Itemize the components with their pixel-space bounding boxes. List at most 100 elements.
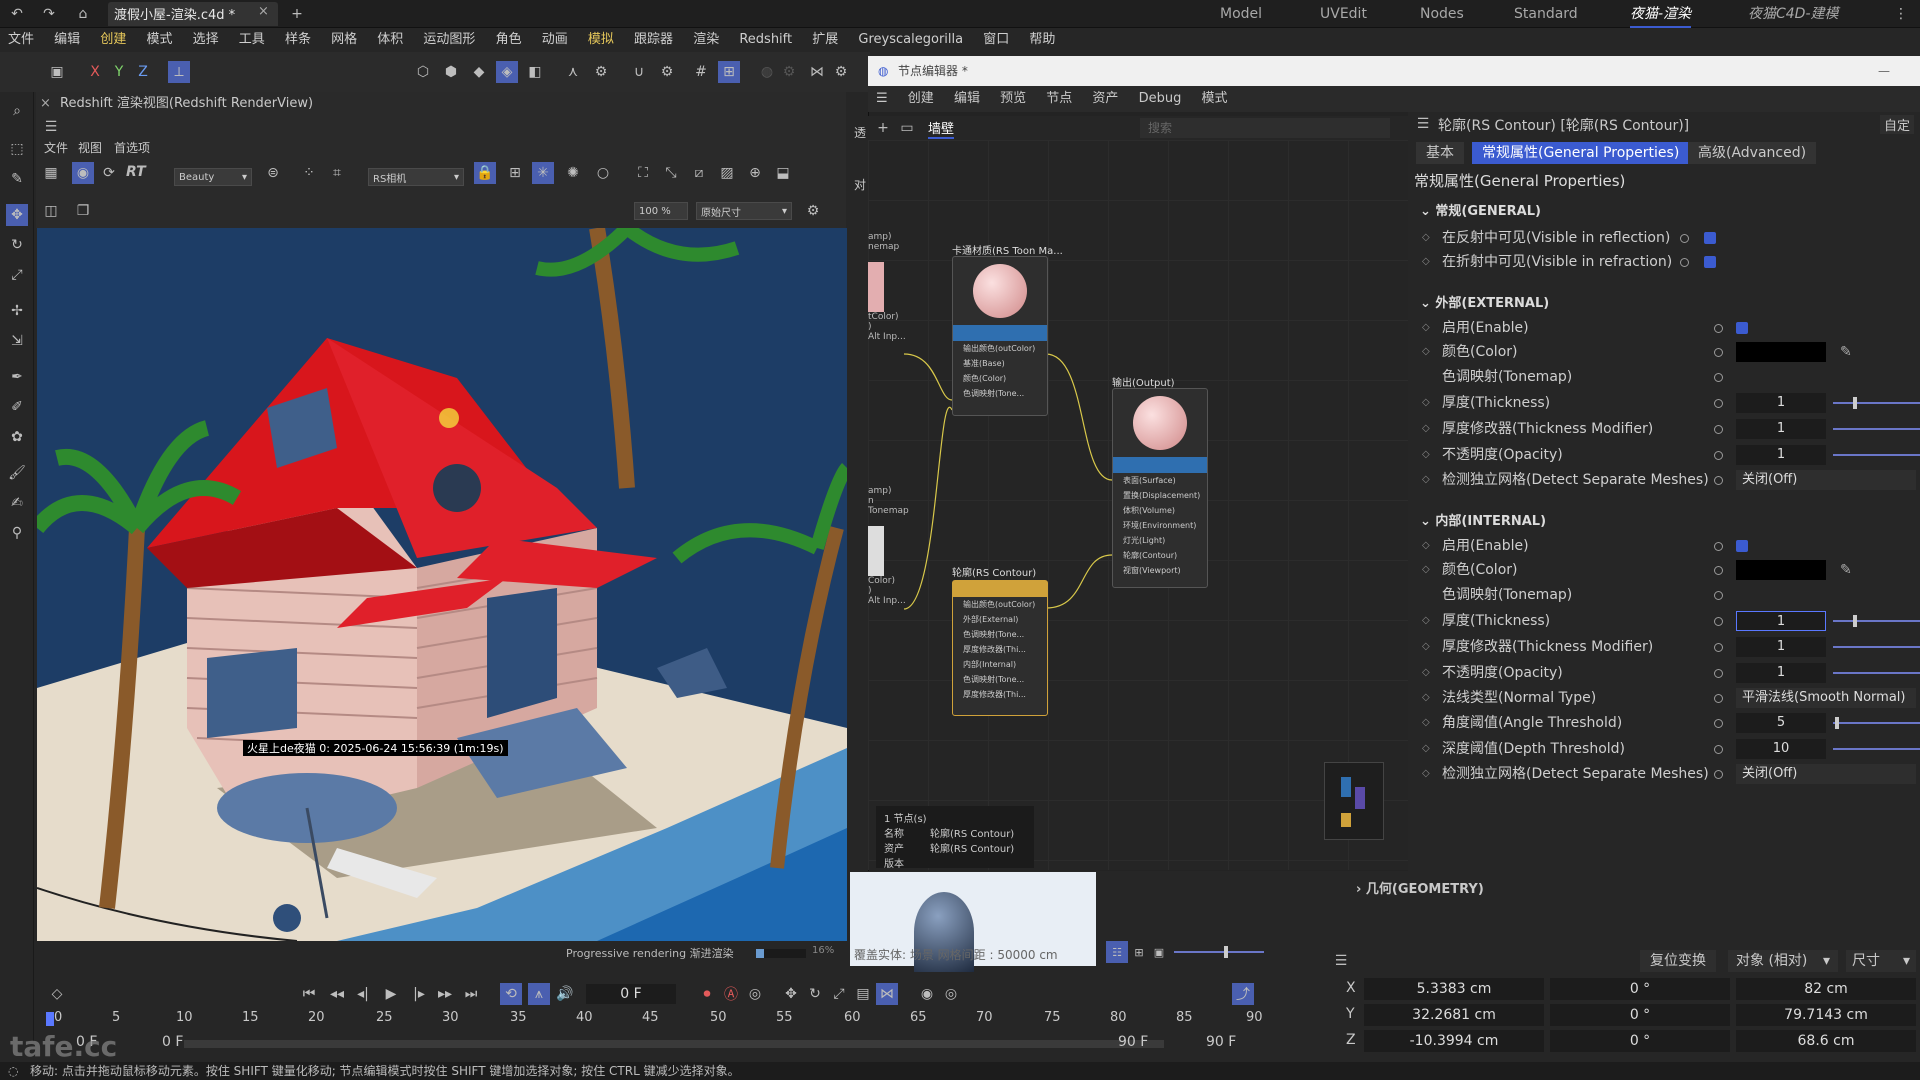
int-opacity-field[interactable]: 1 xyxy=(1736,663,1826,683)
layout-tab-model2[interactable]: 夜猫C4D-建模 xyxy=(1748,0,1839,28)
rot-x-field[interactable]: 0 ° xyxy=(1550,978,1730,1000)
int-enable-checkbox[interactable] xyxy=(1736,540,1748,552)
sketch-icon[interactable]: ✐ xyxy=(6,396,28,418)
menu-render[interactable]: 渲染 xyxy=(685,28,727,52)
model-mode-icon[interactable]: ◈ xyxy=(496,61,518,83)
ne-menu-node[interactable]: 节点 xyxy=(1038,86,1080,112)
loop-icon[interactable]: ⟲ xyxy=(500,983,522,1005)
more-icon[interactable]: ⋮ xyxy=(1890,3,1912,25)
hamburger-icon[interactable]: ☰ xyxy=(868,86,896,112)
ne-menu-create[interactable]: 创建 xyxy=(900,86,942,112)
prev-key-icon[interactable]: ◂◂ xyxy=(326,983,348,1005)
paint-icon[interactable]: ✍ xyxy=(6,492,28,514)
menu-simulate[interactable]: 模拟 xyxy=(580,28,622,52)
layout-tab-model[interactable]: Model xyxy=(1220,0,1262,28)
menu-spline[interactable]: 样条 xyxy=(277,28,319,52)
internal-group[interactable]: ⌄ 内部(INTERNAL) xyxy=(1420,510,1546,529)
ext-thickness-slider[interactable] xyxy=(1833,397,1920,409)
preview-size-slider[interactable] xyxy=(1174,946,1264,958)
minimize-icon[interactable]: — xyxy=(1878,56,1890,86)
int-opacity-slider[interactable] xyxy=(1833,672,1920,674)
copy-icon[interactable]: ❐ xyxy=(72,200,94,222)
rt-button[interactable]: RT xyxy=(126,164,146,180)
rv-menu-prefs[interactable]: 首选项 xyxy=(114,138,150,158)
int-angle-slider[interactable] xyxy=(1833,717,1920,729)
menu-window[interactable]: 窗口 xyxy=(975,28,1017,52)
ne-menu-edit[interactable]: 编辑 xyxy=(946,86,988,112)
rot-z-field[interactable]: 0 ° xyxy=(1550,1030,1730,1052)
general-group[interactable]: ⌄ 常规(GENERAL) xyxy=(1420,200,1541,219)
list-view-icon[interactable]: ☷ xyxy=(1106,941,1128,963)
ne-menu-preview[interactable]: 预览 xyxy=(992,86,1034,112)
zoom-field[interactable]: 100 % xyxy=(634,202,688,220)
motion-icon[interactable]: ◉ xyxy=(916,983,938,1005)
ext-thickness-field[interactable]: 1 xyxy=(1736,393,1826,413)
add-tab-icon[interactable]: + xyxy=(286,3,308,25)
timeline-ruler[interactable]: 0 5 10 15 20 25 30 35 40 45 50 55 60 65 … xyxy=(46,1008,1263,1030)
object-mode-icon[interactable]: ▣ xyxy=(46,61,68,83)
live-select-icon[interactable]: ✎ xyxy=(6,168,28,190)
external-group[interactable]: ⌄ 外部(EXTERNAL) xyxy=(1420,292,1549,311)
size-z-field[interactable]: 68.6 cm xyxy=(1736,1030,1916,1052)
workplane-icon[interactable]: ⚙ xyxy=(656,61,678,83)
move-icon[interactable]: ✥ xyxy=(6,204,28,226)
int-depth-slider[interactable] xyxy=(1833,748,1920,750)
autokey-icon[interactable]: Ⓐ xyxy=(720,983,742,1005)
home-icon[interactable]: ⌂ xyxy=(72,3,94,25)
texture-mode-icon[interactable]: ◧ xyxy=(524,61,546,83)
end-frame-field[interactable]: 90 F xyxy=(1118,1034,1148,1050)
geometry-group[interactable]: › 几何(GEOMETRY) xyxy=(1340,878,1920,902)
keyframe-settings-icon[interactable]: ◎ xyxy=(744,983,766,1005)
contour-node[interactable]: 输出颜色(outColor) 外部(External) 色调映射(Tone...… xyxy=(952,580,1048,716)
record-icon[interactable]: ⏺ xyxy=(696,983,718,1005)
play-icon[interactable]: ▶ xyxy=(380,983,402,1005)
menu-mesh[interactable]: 网格 xyxy=(323,28,365,52)
coord-mode-select[interactable]: 对象 (相对) ▾ xyxy=(1728,950,1838,972)
pla-key-icon[interactable]: ⋈ xyxy=(876,983,898,1005)
close-icon[interactable]: × xyxy=(258,4,269,19)
gear-icon[interactable]: ⚙ xyxy=(802,200,824,222)
search-icon[interactable]: ⌕ xyxy=(6,100,28,122)
pv-icon[interactable]: ◫ xyxy=(40,200,62,222)
rv-menu-file[interactable]: 文件 xyxy=(44,138,68,158)
menu-redshift[interactable]: Redshift xyxy=(731,28,800,52)
ne-menu-debug[interactable]: Debug xyxy=(1131,86,1190,112)
hamburger-icon[interactable]: ☰ xyxy=(40,116,62,138)
int-thickness-mod-field[interactable]: 1 xyxy=(1736,637,1826,657)
pos-y-field[interactable]: 32.2681 cm xyxy=(1364,1004,1544,1026)
image-icon[interactable]: ▨ xyxy=(716,162,738,184)
dopesheet-icon[interactable]: ◎ xyxy=(940,983,962,1005)
ext-thickness-mod-slider[interactable] xyxy=(1833,428,1920,430)
node-graph[interactable]: amp) nemap tColor) ) Alt Inp... amp) n T… xyxy=(868,140,1408,870)
next-key-icon[interactable]: ▸▸ xyxy=(434,983,456,1005)
menu-mograph[interactable]: 运动图形 xyxy=(415,28,483,52)
grid-view-icon[interactable]: ⊞ xyxy=(504,162,526,184)
grid-icon[interactable]: # xyxy=(690,61,712,83)
crop-icon[interactable]: ⌗ xyxy=(326,162,348,184)
grid-snap-icon[interactable]: ⊞ xyxy=(718,61,740,83)
camera-select[interactable]: RS相机 ▾ xyxy=(368,168,464,186)
pos-z-field[interactable]: -10.3994 cm xyxy=(1364,1030,1544,1052)
size-y-field[interactable]: 79.7143 cm xyxy=(1736,1004,1916,1026)
next-frame-icon[interactable]: |▸ xyxy=(408,983,430,1005)
magnet-icon[interactable]: ∪ xyxy=(628,61,650,83)
region-icon[interactable]: ⤡ xyxy=(660,162,682,184)
points-mode-icon[interactable]: ⬡ xyxy=(412,61,434,83)
int-normal-type-select[interactable]: 平滑法线(Smooth Normal) xyxy=(1736,688,1916,708)
menu-select[interactable]: 选择 xyxy=(185,28,227,52)
menu-extensions[interactable]: 扩展 xyxy=(804,28,846,52)
render-viewport[interactable]: 火星上de夜猫 0: 2025-06-24 15:56:39 (1m:19s) xyxy=(37,228,847,941)
fcurve-icon[interactable]: ⤴ xyxy=(1232,983,1254,1005)
minimap[interactable] xyxy=(1324,762,1384,840)
snapshot-icon[interactable]: ⊕ xyxy=(744,162,766,184)
axis-y-button[interactable]: Y xyxy=(108,61,130,83)
tab-general[interactable]: 常规属性(General Properties) xyxy=(1472,142,1690,164)
menu-tracker[interactable]: 跟踪器 xyxy=(626,28,681,52)
redo-icon[interactable]: ↷ xyxy=(38,3,60,25)
start-frame-field-2[interactable]: 0 F xyxy=(162,1034,183,1050)
int-thickness-slider[interactable] xyxy=(1833,615,1920,627)
refresh-icon[interactable]: ⟳ xyxy=(98,162,120,184)
magnet-tool-icon[interactable]: ⚲ xyxy=(6,522,28,544)
ne-menu-mode[interactable]: 模式 xyxy=(1193,86,1235,112)
reset-transform-button[interactable]: 复位变换 xyxy=(1640,950,1716,972)
